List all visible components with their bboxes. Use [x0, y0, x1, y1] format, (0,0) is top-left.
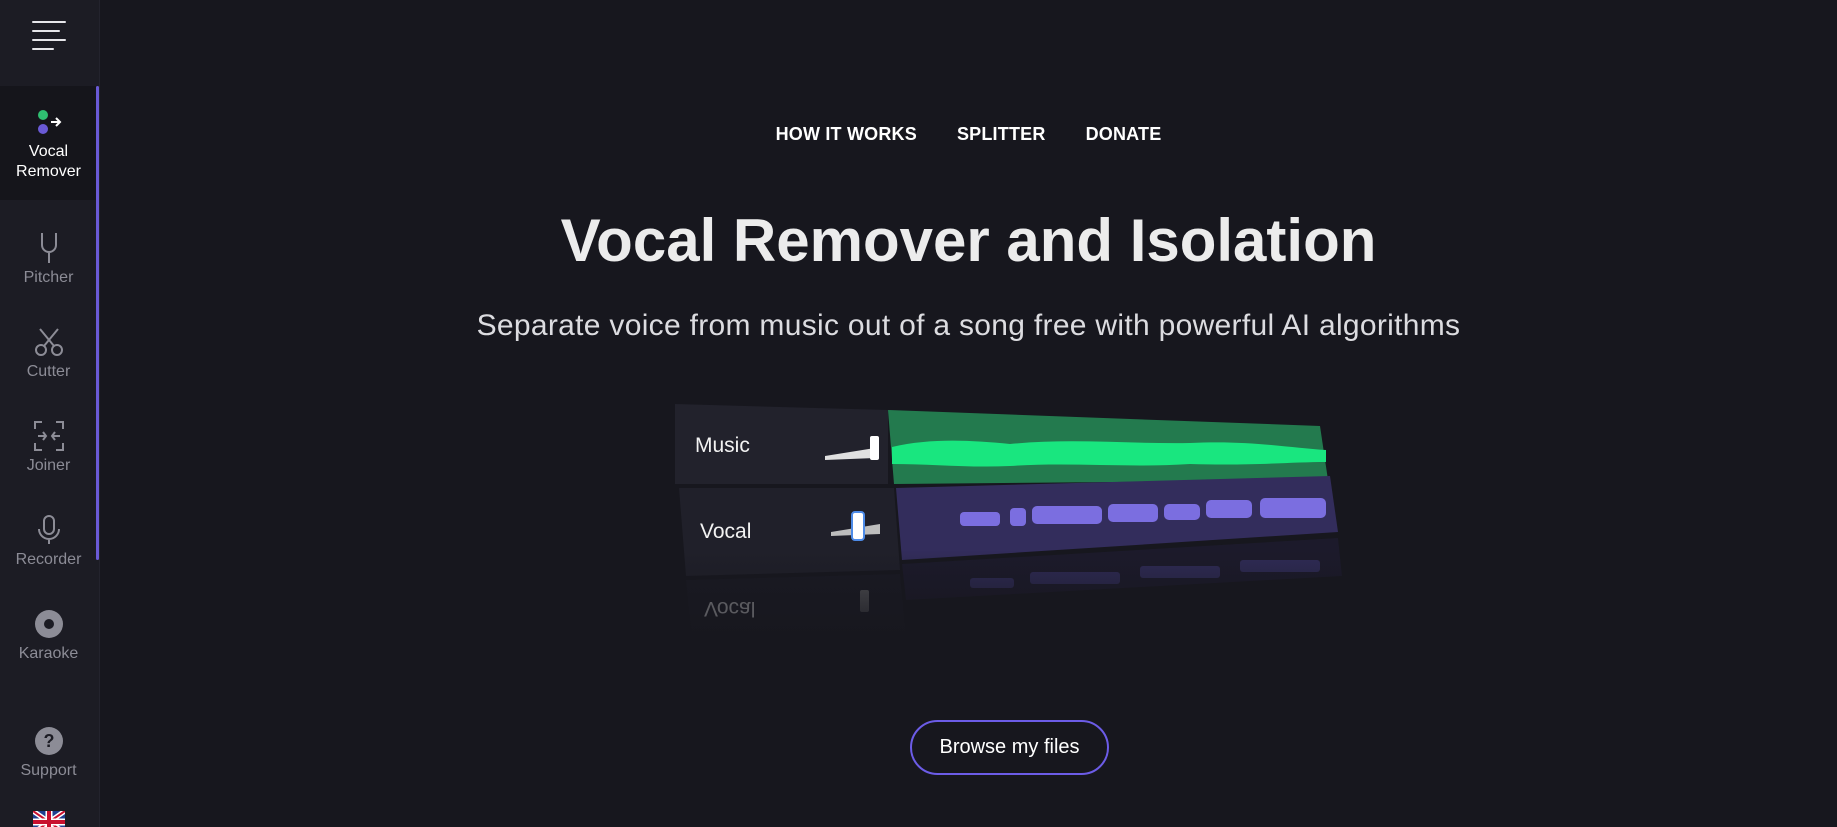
nav-link-donate[interactable]: DONATE: [1086, 124, 1162, 145]
sidebar-item-label: Vocal: [28, 143, 69, 160]
svg-text:?: ?: [43, 731, 54, 751]
sidebar-item-label: Karaoke: [18, 645, 79, 662]
track-label-vocal: Vocal: [700, 520, 752, 543]
microphone-icon: [36, 512, 62, 548]
hamburger-menu-icon[interactable]: [26, 18, 72, 54]
tuning-fork-icon: [37, 230, 61, 266]
nav-link-how-it-works[interactable]: HOW IT WORKS: [776, 124, 917, 145]
track-label-music: Music: [695, 434, 750, 457]
sidebar-item-vocal-remover[interactable]: Vocal Remover: [0, 86, 97, 200]
disc-icon: [34, 606, 64, 642]
top-navigation: HOW IT WORKS SPLITTER DONATE: [100, 124, 1837, 145]
active-nav-indicator: [96, 86, 99, 560]
browse-files-button[interactable]: Browse my files: [910, 720, 1109, 775]
track-label-reflection: Vocal: [704, 597, 756, 620]
joiner-icon: [33, 418, 65, 454]
scissors-icon: [34, 324, 64, 360]
sidebar-item-karaoke[interactable]: Karaoke: [0, 588, 97, 682]
track-mixer-illustration: Music Vocal Vocal: [670, 400, 1350, 640]
sidebar-item-recorder[interactable]: Recorder: [0, 494, 97, 588]
question-icon: ?: [34, 723, 64, 759]
sidebar-item-label: Joiner: [26, 457, 71, 474]
sidebar-item-support[interactable]: ? Support: [0, 705, 97, 799]
sidebar-item-label: Pitcher: [23, 269, 74, 286]
sidebar-item-joiner[interactable]: Joiner: [0, 400, 97, 494]
vocal-remover-icon: [33, 104, 65, 140]
sidebar-item-label: Cutter: [26, 363, 71, 380]
sidebar-item-pitcher[interactable]: Pitcher: [0, 212, 97, 306]
sidebar-item-label: Support: [20, 762, 77, 779]
sidebar-item-label: Remover: [16, 163, 81, 180]
app-root: Vocal Remover Pitcher Cutter Joiner Reco…: [0, 0, 1837, 827]
uk-flag-icon[interactable]: [33, 811, 65, 827]
sidebar: Vocal Remover Pitcher Cutter Joiner Reco…: [0, 0, 100, 827]
sidebar-item-cutter[interactable]: Cutter: [0, 306, 97, 400]
page-title: Vocal Remover and Isolation: [560, 207, 1377, 274]
page-subtitle: Separate voice from music out of a song …: [476, 309, 1461, 342]
nav-link-splitter[interactable]: SPLITTER: [957, 124, 1046, 145]
sidebar-item-label: Recorder: [15, 551, 82, 568]
